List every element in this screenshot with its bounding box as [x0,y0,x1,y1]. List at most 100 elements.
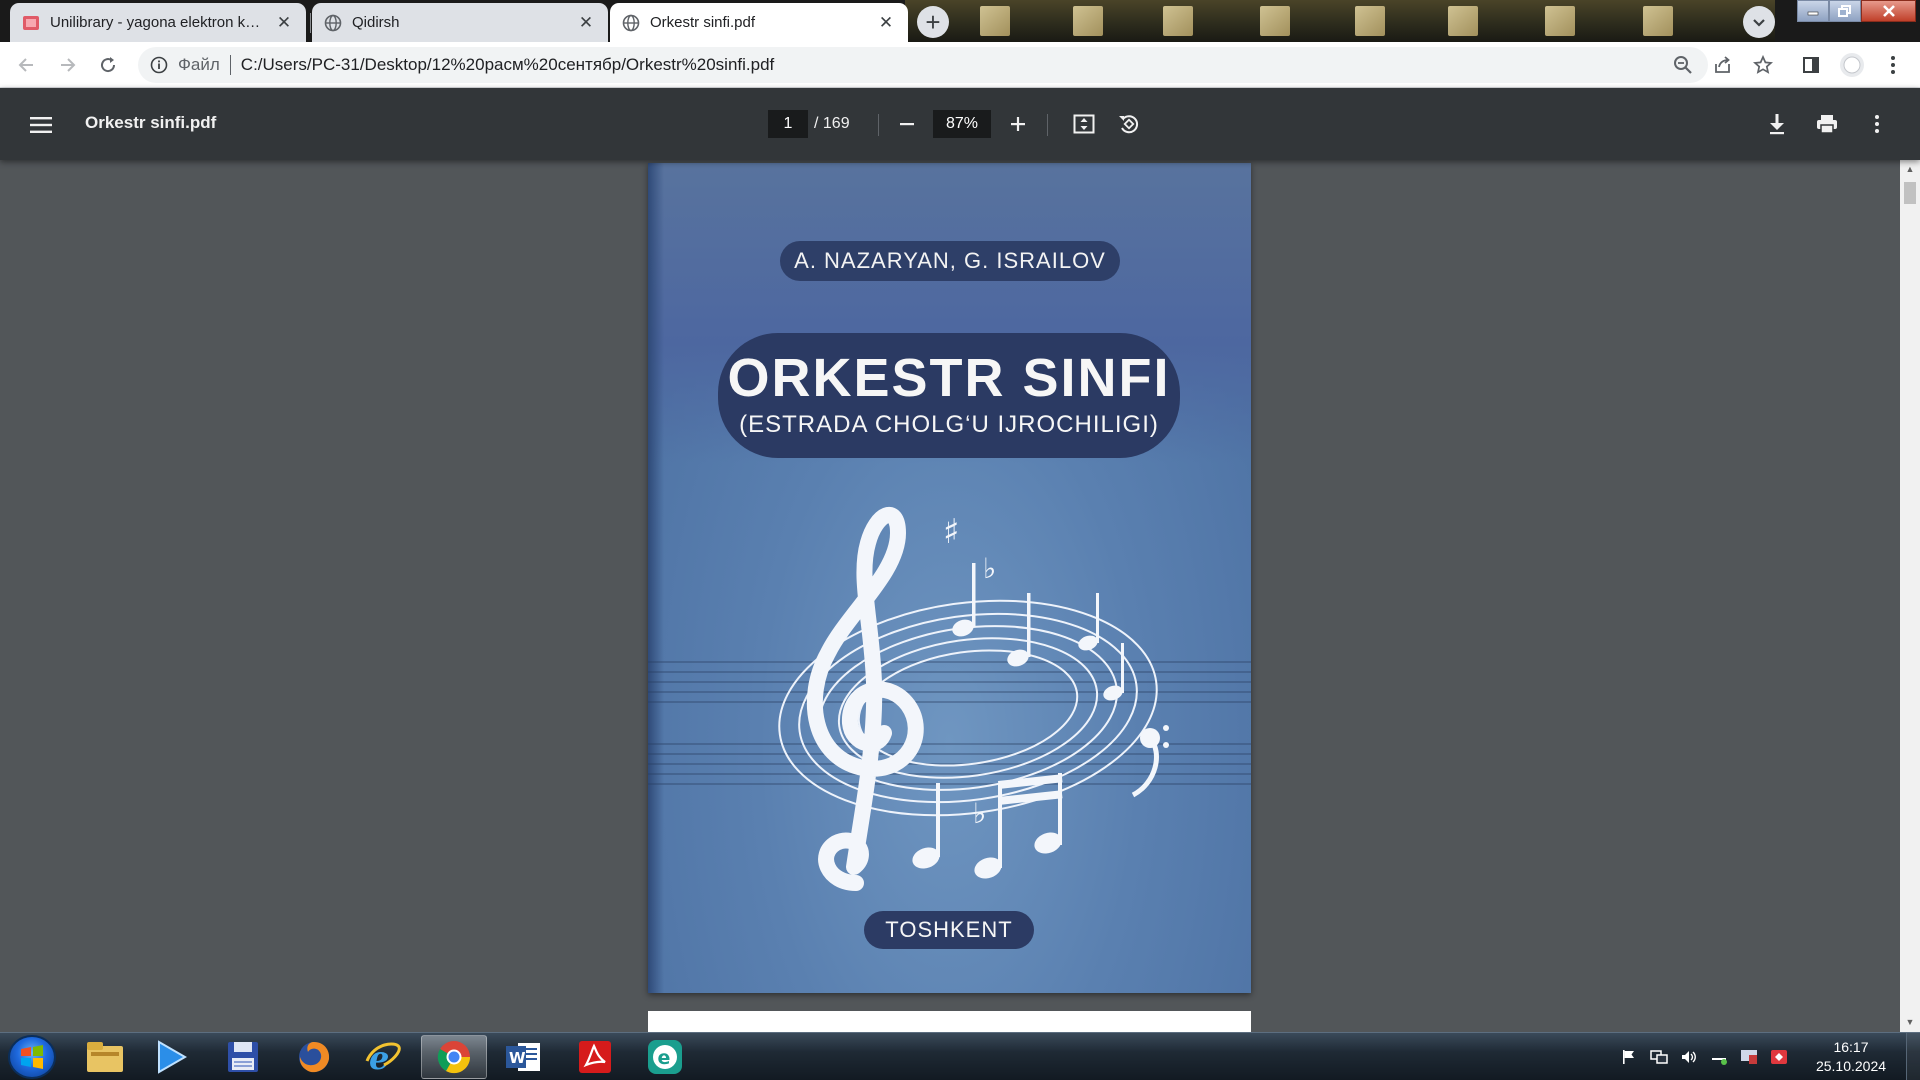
pdf-page-cover: A. NAZARYAN, G. ISRAILOV ORKESTR SINFI (… [648,163,1251,993]
volume-icon[interactable] [1678,1046,1700,1068]
share-button[interactable] [1708,50,1738,80]
clock-date: 25.10.2024 [1815,1058,1887,1074]
firefox-icon [299,1042,330,1073]
rotate-button[interactable] [1114,109,1144,139]
pdf-document-title: Orkestr sinfi.pdf [85,113,217,132]
fit-to-page-button[interactable] [1069,109,1099,139]
scroll-down-icon[interactable]: ▼ [1904,1016,1916,1028]
desktop-file-icon [1073,6,1103,36]
windows-taskbar: e W e 16:17 25.10.2024 [0,1032,1920,1080]
side-panel-button[interactable] [1796,50,1826,80]
taskbar-acrobat[interactable] [562,1035,628,1079]
download-button[interactable] [1762,109,1792,139]
cover-authors: A. NAZARYAN, G. ISRAILOV [780,241,1120,281]
zoom-in-button[interactable] [1003,109,1033,139]
side-panel-icon [1803,57,1819,73]
tab-qidirsh[interactable]: Qidirsh ✕ [312,3,608,42]
security-shield-icon[interactable] [1768,1046,1790,1068]
taskbar-app-e[interactable]: e [632,1035,698,1079]
cover-spine-shadow [648,163,664,993]
desktop-file-icon [1545,6,1575,36]
reload-button[interactable] [93,50,123,80]
taskbar-save-app[interactable] [210,1035,276,1079]
action-center-flag-icon[interactable] [1618,1046,1640,1068]
download-icon [1770,114,1784,135]
new-tab-button[interactable]: + [917,6,949,38]
tab-title: Orkestr sinfi.pdf [650,14,756,31]
system-tray: 16:17 25.10.2024 [1610,1033,1920,1080]
print-button[interactable] [1812,109,1842,139]
zoom-level-input[interactable]: 87% [933,110,991,138]
desktop-background-strip [905,0,1775,42]
taskbar-media-player[interactable] [138,1035,204,1079]
start-button[interactable] [8,1035,56,1079]
close-window-button[interactable] [1861,0,1916,22]
display-icon[interactable] [1738,1046,1760,1068]
close-tab-icon[interactable]: ✕ [576,13,596,33]
arrow-left-icon [18,58,33,72]
media-player-icon [158,1040,188,1074]
show-desktop-button[interactable] [1906,1033,1920,1080]
taskbar-word[interactable]: W [490,1035,556,1079]
pdf-more-options-button[interactable] [1862,109,1892,139]
desktop-file-icon [1163,6,1193,36]
tab-orkestr-pdf[interactable]: Orkestr sinfi.pdf ✕ [610,3,908,42]
taskbar-chrome[interactable] [421,1035,487,1079]
close-tab-icon[interactable]: ✕ [274,13,294,33]
forward-button[interactable] [52,50,82,80]
hamburger-menu-icon [30,117,52,133]
taskbar-explorer[interactable] [72,1035,138,1079]
tab-search-button[interactable] [1743,6,1775,38]
scrollbar-thumb[interactable] [1904,182,1916,204]
restore-window-button[interactable] [1829,0,1861,22]
browser-menu-button[interactable] [1878,50,1908,80]
address-bar[interactable]: Файл C:/Users/PC-31/Desktop/12%20расм%20… [138,47,1708,83]
page-number-input[interactable]: 1 [768,110,808,138]
taskbar-internet-explorer[interactable]: e [350,1035,416,1079]
cover-title-block: ORKESTR SINFI (ESTRADA CHOLG‘U IJROCHILI… [718,333,1180,458]
zoom-icon [1674,56,1692,74]
save-disk-icon [228,1042,258,1072]
star-icon [1753,55,1773,74]
plus-icon [1011,117,1025,131]
windows-logo-icon [21,1045,43,1069]
pdf-sidebar-menu-button[interactable] [26,110,56,140]
network-icon[interactable] [1648,1046,1670,1068]
tab-title: Qidirsh [352,14,400,31]
url-text[interactable]: C:/Users/PC-31/Desktop/12%20расм%20сентя… [241,55,774,75]
minus-icon [900,123,914,126]
globe-icon [622,14,640,32]
pdf-viewer-area[interactable]: A. NAZARYAN, G. ISRAILOV ORKESTR SINFI (… [0,160,1900,1032]
minimize-window-button[interactable] [1797,0,1829,22]
desktop-file-icon [1448,6,1478,36]
zoom-out-button[interactable] [892,109,922,139]
url-scheme-label: Файл [178,55,220,74]
toolbar-divider [878,114,879,136]
chevron-down-icon [1753,19,1765,27]
wifi-icon[interactable] [1708,1046,1730,1068]
tab-unilibrary[interactable]: Unilibrary - yagona elektron kutubxona ✕ [10,3,306,42]
taskbar-firefox[interactable] [281,1035,347,1079]
bookmark-button[interactable] [1748,50,1778,80]
cover-city: TOSHKENT [864,911,1034,949]
scroll-up-icon[interactable]: ▲ [1904,163,1916,175]
svg-text:♭: ♭ [983,552,996,585]
cover-subtitle: (ESTRADA CHOLG‘U IJROCHILIGI) [739,411,1159,438]
zoom-page-button[interactable] [1668,50,1698,80]
info-icon[interactable] [148,54,170,76]
treble-clef-notes-illustration: ♯ ♭ ♭ [778,507,1169,891]
page-total-label: / 169 [814,115,850,132]
ie-icon: e [365,1039,401,1075]
avatar-icon [1840,53,1864,77]
tab-title: Unilibrary - yagona elektron kutubxona [50,14,264,31]
more-vertical-icon [1875,115,1879,133]
profile-button[interactable] [1837,50,1867,80]
url-divider [229,55,231,75]
close-tab-icon[interactable]: ✕ [876,13,896,33]
vertical-scrollbar[interactable]: ▲ ▼ [1900,160,1920,1032]
desktop-file-icon [1643,6,1673,36]
explorer-icon [87,1042,123,1072]
back-button[interactable] [12,50,42,80]
library-favicon-icon [22,14,40,32]
taskbar-clock[interactable]: 16:17 25.10.2024 [1800,1038,1902,1076]
